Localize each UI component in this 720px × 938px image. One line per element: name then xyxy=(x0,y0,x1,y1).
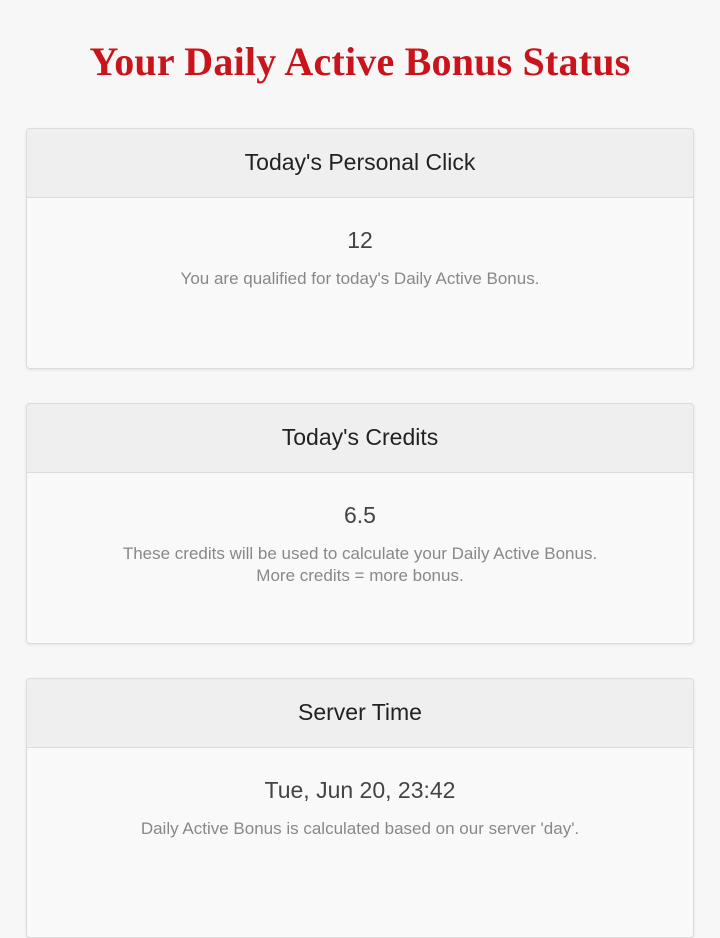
page-title: Your Daily Active Bonus Status xyxy=(89,39,631,84)
description-line: More credits = more bonus. xyxy=(256,566,464,585)
card-description: Daily Active Bonus is calculated based o… xyxy=(27,818,693,840)
description-line: These credits will be used to calculate … xyxy=(122,544,598,563)
server-time-value: Tue, Jun 20, 23:42 xyxy=(264,777,456,803)
card-description: You are qualified for today's Daily Acti… xyxy=(27,268,693,290)
card-body: 6.5 These credits will be used to calcul… xyxy=(27,473,693,587)
description-line: You are qualified for today's Daily Acti… xyxy=(180,269,540,288)
card-body: Tue, Jun 20, 23:42 Daily Active Bonus is… xyxy=(27,748,693,840)
card-body: 12 You are qualified for today's Daily A… xyxy=(27,198,693,290)
credits-card: Today's Credits 6.5 These credits will b… xyxy=(26,403,694,644)
description-line: Daily Active Bonus is calculated based o… xyxy=(140,819,580,838)
personal-click-card: Today's Personal Click 12 You are qualif… xyxy=(26,128,694,369)
credits-value: 6.5 xyxy=(344,502,376,528)
card-header: Today's Credits xyxy=(27,404,693,473)
personal-click-count: 12 xyxy=(347,227,373,253)
card-header: Today's Personal Click xyxy=(27,129,693,198)
server-time-card: Server Time Tue, Jun 20, 23:42 Daily Act… xyxy=(26,678,694,938)
card-header: Server Time xyxy=(27,679,693,748)
card-description: These credits will be used to calculate … xyxy=(27,543,693,587)
